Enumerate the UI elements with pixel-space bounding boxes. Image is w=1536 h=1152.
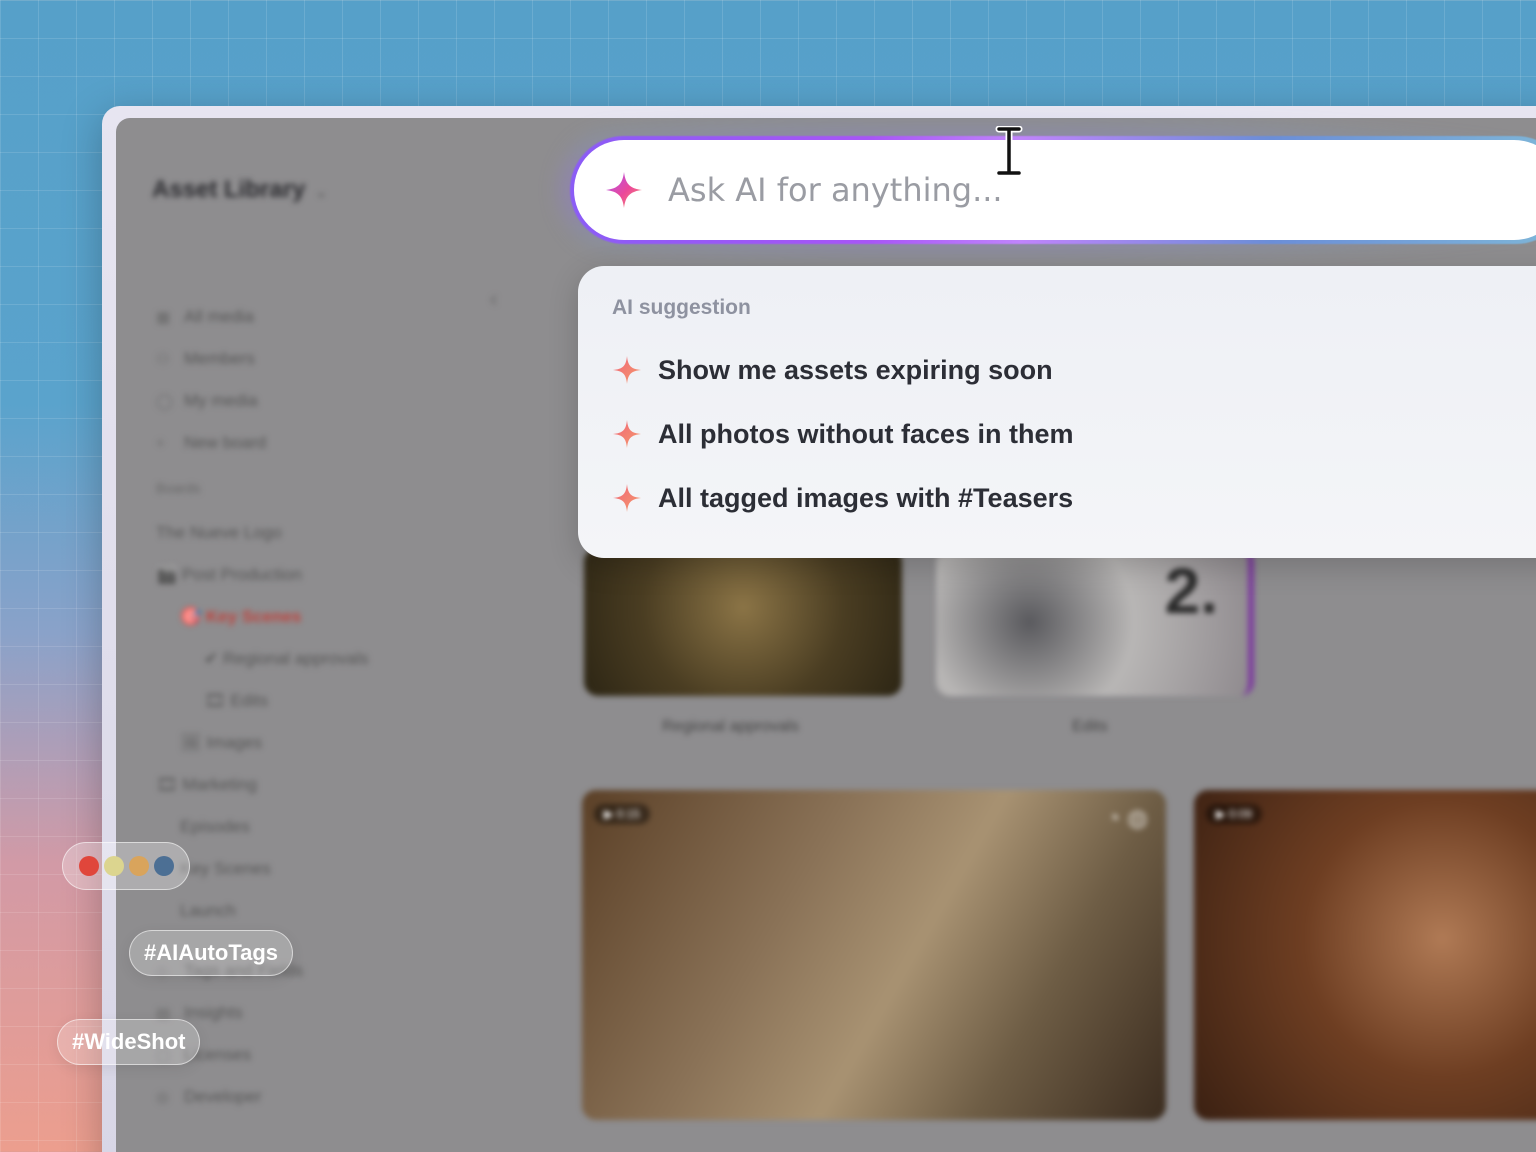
circle-icon: ◯ xyxy=(156,393,173,410)
board-item[interactable]: Key Scenes xyxy=(156,848,486,890)
tag-chip-ai-auto-tags: #AIAutoTags xyxy=(129,930,294,976)
board-item-active[interactable]: 🎯 Key Scenes xyxy=(156,596,486,638)
sidebar-item-developer[interactable]: ◎ Developer xyxy=(156,1076,486,1118)
suggestion-item[interactable]: All tagged images with #Teasers xyxy=(612,478,1073,518)
color-swatch xyxy=(79,856,99,876)
sidebar-item-insights[interactable]: ▤ Insights xyxy=(156,992,486,1034)
video-thumbnail-room[interactable]: ▶ 0:15 ◔ ◍ xyxy=(582,790,1166,1120)
board-item[interactable]: 🎬 Post Production xyxy=(156,554,486,596)
sparkle-icon xyxy=(613,484,641,512)
video-thumbnail-woman[interactable]: ▶ 0:09 xyxy=(1194,790,1536,1120)
board-item[interactable]: 🎞 Edits xyxy=(156,680,486,722)
color-swatch xyxy=(154,856,174,876)
board-item[interactable]: The Nueve Logo xyxy=(156,512,486,554)
board-item[interactable]: ✔ Regional approvals xyxy=(156,638,486,680)
sidebar-nav: ▦ All media ⚇ Members ◯ My media + New board… xyxy=(156,296,486,1118)
folder-thumbnail-phone[interactable] xyxy=(584,548,902,696)
collapse-sidebar-icon[interactable]: ‹ xyxy=(490,286,497,312)
library-title-text: Asset Library xyxy=(152,176,306,203)
ai-sparkle-icon xyxy=(606,172,642,208)
sparkle-icon xyxy=(613,356,641,384)
color-swatch xyxy=(129,856,149,876)
code-icon: ◎ xyxy=(156,1089,170,1106)
folder-label[interactable]: Edits xyxy=(1072,718,1108,736)
suggestion-item[interactable]: Show me assets expiring soon xyxy=(612,350,1053,390)
sidebar-item-all-media[interactable]: ▦ All media xyxy=(156,296,486,338)
user-icon: ⚇ xyxy=(156,351,170,368)
folder-label[interactable]: Regional approvals xyxy=(662,718,799,736)
plus-icon: + xyxy=(156,434,165,452)
sidebar-item-my-media[interactable]: ◯ My media xyxy=(156,380,486,422)
chevron-down-icon: ⌄ xyxy=(315,184,328,200)
sidebar-item-licenses[interactable]: ▢ Licenses xyxy=(156,1034,486,1076)
sidebar-item-members[interactable]: ⚇ Members xyxy=(156,338,486,380)
clock-number: 2. xyxy=(1164,555,1218,627)
boards-section-label[interactable]: Boards xyxy=(156,464,486,512)
text-cursor-icon xyxy=(995,126,1023,176)
ai-suggestion-dropdown: AI suggestion Show me assets expiring so… xyxy=(578,266,1536,558)
board-item[interactable]: Episodes xyxy=(156,806,486,848)
tag-chip-wide-shot: #WideShot xyxy=(57,1019,201,1065)
thumbnail-action-icons[interactable]: ◔ ◍ xyxy=(1106,804,1148,833)
board-item[interactable]: 🎞 Marketing xyxy=(156,764,486,806)
video-duration-badge: ▶ 0:15 xyxy=(594,804,650,824)
library-title[interactable]: Asset Library ⌄ xyxy=(152,176,327,204)
color-swatch-chip xyxy=(62,842,190,890)
ai-search-bar[interactable] xyxy=(574,140,1536,240)
suggestion-item[interactable]: All photos without faces in them xyxy=(612,414,1074,454)
grid-icon: ▦ xyxy=(156,309,171,326)
board-item[interactable]: Launch xyxy=(156,890,486,932)
color-swatch xyxy=(104,856,124,876)
sparkle-icon xyxy=(613,420,641,448)
ai-suggestion-heading: AI suggestion xyxy=(612,296,751,319)
board-item[interactable]: 🖼 Images xyxy=(156,722,486,764)
sidebar-item-new-board[interactable]: + New board xyxy=(156,422,486,464)
video-duration-badge: ▶ 0:09 xyxy=(1206,804,1262,824)
ai-search-input[interactable] xyxy=(668,171,1368,209)
folder-thumbnail-clock[interactable]: 2. xyxy=(936,548,1254,696)
